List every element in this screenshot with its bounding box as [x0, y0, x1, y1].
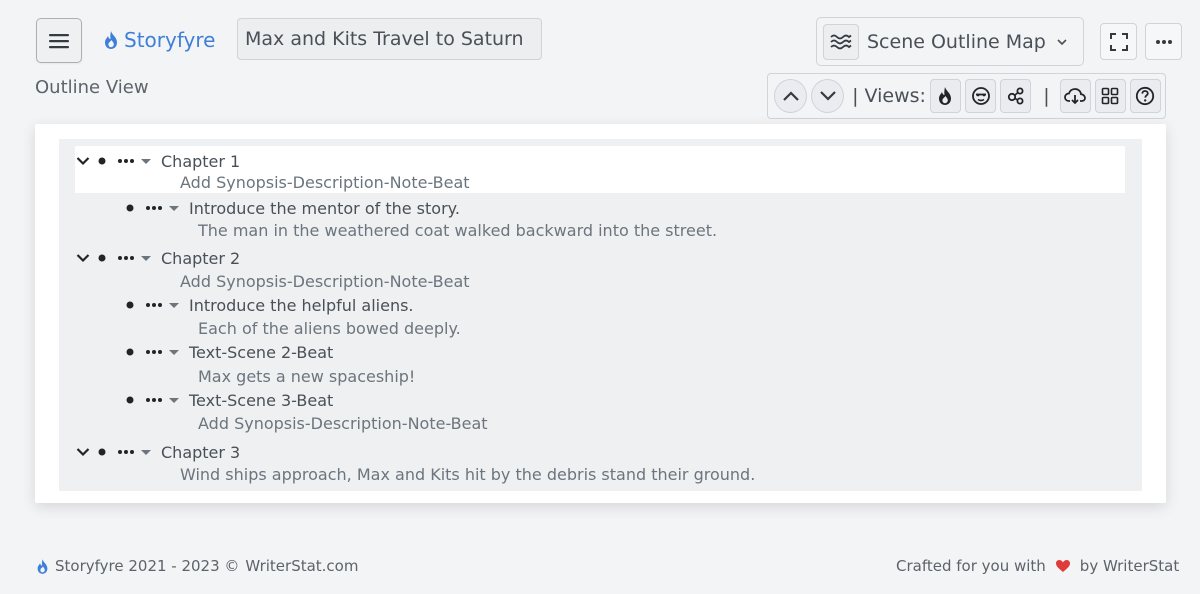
ellipsis-icon[interactable]: [141, 205, 167, 211]
scene-controls: [119, 396, 181, 404]
fullscreen-button[interactable]: [1100, 23, 1137, 60]
collapse-chevron-icon[interactable]: [75, 447, 91, 457]
chapter-controls: [75, 447, 153, 457]
more-options-button[interactable]: [1145, 23, 1182, 60]
chapter-controls: [75, 156, 153, 166]
chapter-note[interactable]: Add Synopsis-Description-Note-Beat: [180, 270, 470, 292]
chevron-down-icon: [1057, 38, 1067, 45]
scene-row[interactable]: Introduce the mentor of the story.: [119, 196, 460, 220]
copyright-text: Storyfyre 2021 - 2023 ©: [55, 557, 240, 575]
question-circle-icon: [1136, 86, 1155, 106]
site-link[interactable]: WriterStat.com: [245, 557, 358, 575]
caret-down-icon[interactable]: [139, 158, 153, 165]
flame-icon: [105, 31, 117, 49]
crafted-by-text: by WriterStat: [1079, 557, 1180, 575]
bullet-icon[interactable]: [119, 396, 141, 404]
grid-view-button[interactable]: [1094, 79, 1126, 113]
chapter-row[interactable]: Chapter 2: [75, 246, 240, 270]
brand-link[interactable]: Storyfyre: [103, 26, 215, 54]
help-button[interactable]: [1129, 79, 1161, 113]
page-title: Outline View: [35, 77, 149, 98]
view-select[interactable]: Scene Outline Map: [816, 17, 1084, 66]
flame-icon: [939, 87, 952, 105]
scene-note[interactable]: Add Synopsis-Description-Note-Beat: [198, 412, 488, 434]
scene-title[interactable]: Text-Scene 2-Beat: [189, 343, 333, 362]
toolbar-separator: |: [1043, 85, 1050, 107]
story-title-field[interactable]: Max and Kits Travel to Saturn: [237, 18, 542, 60]
scene-controls: [119, 301, 181, 309]
chapter-title[interactable]: Chapter 1: [161, 152, 240, 171]
scene-title[interactable]: Introduce the helpful aliens.: [189, 296, 414, 315]
caret-down-icon[interactable]: [167, 397, 181, 404]
caret-down-icon[interactable]: [167, 205, 181, 212]
fullscreen-icon: [1109, 32, 1128, 51]
footer-copyright: Storyfyre 2021 - 2023 © WriterStat.com: [36, 557, 358, 575]
bullet-icon[interactable]: [119, 301, 141, 309]
scene-row[interactable]: Text-Scene 3-Beat: [119, 388, 333, 412]
caret-down-icon[interactable]: [167, 302, 181, 309]
move-up-button[interactable]: [774, 79, 808, 113]
bullet-icon[interactable]: [119, 348, 141, 356]
views-label: | Views:: [852, 85, 926, 107]
hamburger-icon: [49, 33, 69, 48]
face-icon: [971, 87, 990, 105]
chapter-row[interactable]: Chapter 1: [75, 149, 240, 173]
scene-note[interactable]: The man in the weathered coat walked bac…: [198, 219, 717, 241]
bullet-icon[interactable]: [91, 157, 113, 165]
scene-controls: [119, 204, 181, 212]
scene-row[interactable]: Introduce the helpful aliens.: [119, 293, 414, 317]
scene-controls: [119, 348, 181, 356]
move-down-button[interactable]: [811, 79, 845, 113]
outline-card: Chapter 1 Add Synopsis-Description-Note-…: [35, 124, 1166, 503]
chapter-row[interactable]: Chapter 3: [75, 440, 240, 464]
chapter-title[interactable]: Chapter 2: [161, 249, 240, 268]
chapter-controls: [75, 253, 153, 263]
ellipsis-icon[interactable]: [141, 349, 167, 355]
cloud-download-button[interactable]: [1059, 79, 1091, 113]
bullet-icon[interactable]: [91, 254, 113, 262]
scene-title[interactable]: Text-Scene 3-Beat: [189, 391, 333, 410]
chevron-down-icon: [819, 91, 836, 101]
chevron-up-icon: [782, 91, 799, 101]
view-select-label: Scene Outline Map: [867, 30, 1046, 53]
view-map-button[interactable]: [1000, 79, 1032, 113]
ellipsis-icon[interactable]: [141, 397, 167, 403]
caret-down-icon[interactable]: [139, 449, 153, 456]
flame-icon: [37, 558, 48, 574]
heart-icon: [1055, 560, 1070, 572]
chapter-note[interactable]: Wind ships approach, Max and Kits hit by…: [180, 463, 755, 485]
scene-row[interactable]: Text-Scene 2-Beat: [119, 340, 333, 364]
nodes-icon: [1007, 87, 1024, 105]
view-character-button[interactable]: [965, 79, 997, 113]
view-flame-button[interactable]: [929, 79, 962, 113]
menu-button[interactable]: [36, 18, 82, 63]
outline-toolbar: | Views: |: [767, 73, 1166, 119]
ellipsis-icon[interactable]: [113, 449, 139, 455]
ellipsis-icon: [1155, 39, 1172, 44]
waves-icon: [823, 23, 859, 60]
caret-down-icon[interactable]: [139, 255, 153, 262]
collapse-chevron-icon[interactable]: [75, 253, 91, 263]
caret-down-icon[interactable]: [167, 349, 181, 356]
ellipsis-icon[interactable]: [113, 158, 139, 164]
chapter-note[interactable]: Add Synopsis-Description-Note-Beat: [180, 171, 470, 193]
bullet-icon[interactable]: [91, 448, 113, 456]
scene-note[interactable]: Each of the aliens bowed deeply.: [198, 317, 461, 339]
ellipsis-icon[interactable]: [113, 255, 139, 261]
outline-tree: Chapter 1 Add Synopsis-Description-Note-…: [59, 139, 1142, 491]
brand-name: Storyfyre: [124, 28, 216, 52]
ellipsis-icon[interactable]: [141, 302, 167, 308]
scene-title[interactable]: Introduce the mentor of the story.: [189, 199, 460, 218]
crafted-text: Crafted for you with: [896, 557, 1046, 575]
collapse-chevron-icon[interactable]: [75, 156, 91, 166]
bullet-icon[interactable]: [119, 204, 141, 212]
footer-credits: Crafted for you with by WriterStat: [896, 557, 1179, 575]
grid-icon: [1102, 87, 1119, 105]
cloud-download-icon: [1064, 88, 1087, 105]
chapter-title[interactable]: Chapter 3: [161, 443, 240, 462]
scene-note[interactable]: Max gets a new spaceship!: [198, 365, 415, 387]
